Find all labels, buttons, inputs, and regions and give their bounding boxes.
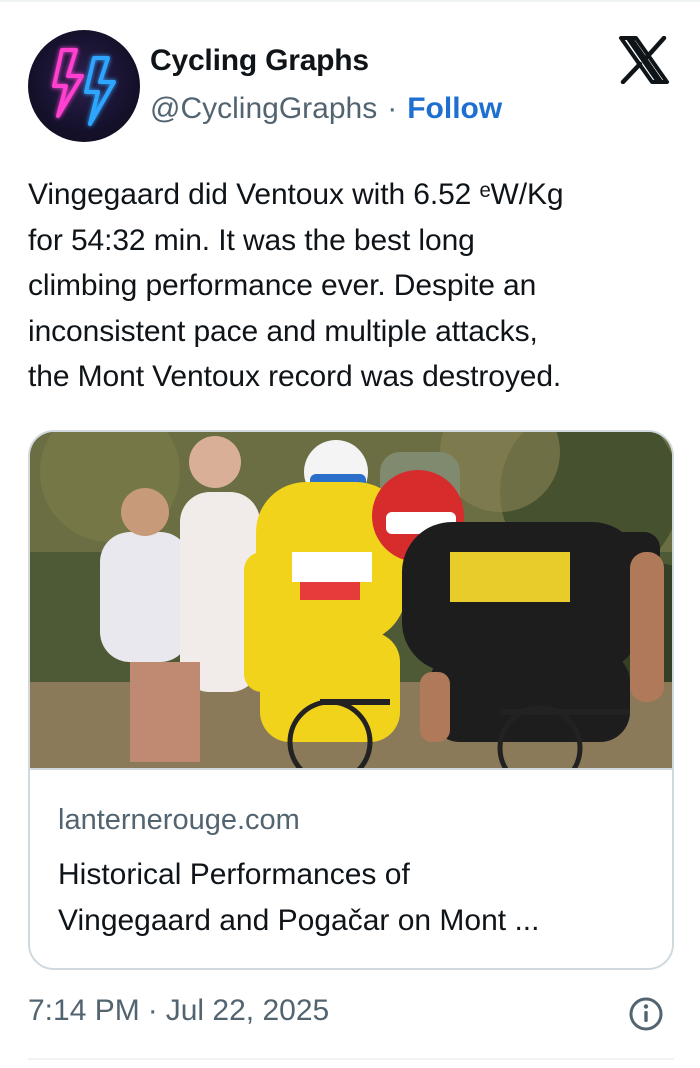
tweet-line: Vingegaard did Ventoux with 6.52 ᵉW/Kg xyxy=(28,178,564,211)
tweet-line: the Mont Ventoux record was destroyed. xyxy=(28,360,562,393)
author-avatar[interactable] xyxy=(28,30,140,142)
card-domain: lanternerouge.com xyxy=(58,804,300,836)
author-handle-row: @CyclingGraphs · Follow xyxy=(150,92,502,126)
card-title-line: Historical Performances of xyxy=(58,858,410,891)
card-title-line: Vingegaard and Pogačar on Mont ... xyxy=(58,904,540,937)
author-display-name[interactable]: Cycling Graphs xyxy=(150,44,369,78)
author-handle[interactable]: @CyclingGraphs xyxy=(150,92,377,126)
info-icon[interactable] xyxy=(628,996,664,1032)
tweet-text: Vingegaard did Ventoux with 6.52 ᵉW/Kg f… xyxy=(28,172,678,400)
neon-lightning-bolts-icon xyxy=(52,48,116,126)
tweet-line: climbing performance ever. Despite an xyxy=(28,269,537,302)
link-preview-card[interactable]: lanternerouge.com Historical Performance… xyxy=(28,430,674,970)
tweet-date: Jul 22, 2025 xyxy=(165,994,330,1027)
timestamp-separator: · xyxy=(147,994,158,1027)
tweet-time: 7:14 PM xyxy=(28,994,140,1027)
tweet-line: inconsistent pace and multiple attacks, xyxy=(28,314,538,348)
cyclists-photo[interactable] xyxy=(30,432,672,768)
tweet-timestamp[interactable]: 7:14 PM · Jul 22, 2025 xyxy=(28,994,329,1028)
card-divider xyxy=(30,768,672,770)
handle-separator: · xyxy=(387,92,398,125)
tweet-line: for 54:32 min. It was the best long xyxy=(28,223,475,257)
bottom-divider xyxy=(28,1058,674,1060)
card-title: Historical Performances of Vingegaard an… xyxy=(58,852,658,944)
x-logo-icon[interactable] xyxy=(618,36,670,84)
top-divider xyxy=(0,0,700,2)
follow-button[interactable]: Follow xyxy=(407,92,502,126)
